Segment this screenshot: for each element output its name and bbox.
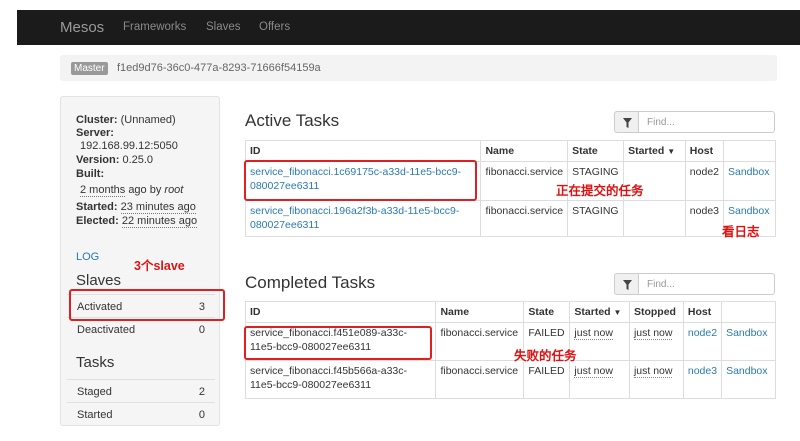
task-id-link[interactable]: service_fibonacci.196a2f3b-a33d-11e5-bcc… bbox=[244, 200, 482, 237]
table-header: ID Name State Started ▼ Host bbox=[244, 140, 776, 162]
task-state: STAGING bbox=[567, 200, 625, 237]
top-navbar: Mesos Frameworks Slaves Offers bbox=[17, 10, 800, 45]
nav-slaves[interactable]: Slaves bbox=[206, 21, 241, 33]
task-started bbox=[623, 200, 686, 237]
completed-search-input[interactable] bbox=[639, 273, 775, 295]
active-tasks-title: Active Tasks bbox=[245, 111, 340, 130]
built-ago: 2 months bbox=[80, 184, 126, 197]
nav-offers[interactable]: Offers bbox=[259, 21, 290, 33]
filter-icon bbox=[623, 118, 632, 128]
completed-tasks-title: Completed Tasks bbox=[245, 273, 376, 292]
elected-info: Elected: 22 minutes ago bbox=[76, 215, 198, 228]
annotation-failed-tasks: 失败的任务 bbox=[514, 349, 577, 363]
col-id[interactable]: ID bbox=[244, 301, 437, 323]
task-state: FAILED bbox=[523, 360, 571, 399]
built-label: Built: bbox=[76, 168, 105, 180]
sandbox-link[interactable]: Sandbox bbox=[721, 322, 776, 361]
built-value: 2 months ago by root bbox=[80, 184, 184, 197]
task-name: fibonacci.service bbox=[480, 161, 569, 201]
col-name[interactable]: Name bbox=[435, 301, 525, 323]
sort-desc-icon: ▼ bbox=[613, 308, 622, 317]
task-host: node3 bbox=[684, 200, 725, 237]
completed-filter-button[interactable] bbox=[614, 273, 639, 295]
master-id: f1ed9d76-36c0-477a-8293-71666f54159a bbox=[117, 62, 321, 74]
server-label: Server: bbox=[76, 127, 114, 139]
elected-value: 22 minutes ago bbox=[121, 215, 198, 228]
task-name: fibonacci.service bbox=[435, 322, 525, 361]
cluster-label: Cluster: bbox=[76, 114, 118, 126]
table-header: ID Name State Started ▼ Stopped Host bbox=[244, 301, 776, 323]
tasks-started-row[interactable]: Started 0 bbox=[67, 402, 215, 425]
filter-icon bbox=[623, 280, 632, 290]
server-value: 192.168.99.12:5050 bbox=[80, 140, 178, 152]
col-host[interactable]: Host bbox=[682, 301, 723, 323]
version-value: 0.25.0 bbox=[122, 154, 154, 166]
log-link[interactable]: LOG bbox=[76, 251, 99, 263]
col-name[interactable]: Name bbox=[480, 140, 569, 162]
brand-logo[interactable]: Mesos bbox=[60, 19, 104, 36]
col-started[interactable]: Started ▼ bbox=[623, 140, 686, 162]
sort-desc-icon: ▼ bbox=[667, 147, 676, 156]
task-started: just now bbox=[569, 322, 630, 361]
col-id[interactable]: ID bbox=[244, 140, 482, 162]
col-sandbox bbox=[721, 301, 776, 323]
cluster-value: (Unnamed) bbox=[120, 114, 176, 126]
tasks-heading: Tasks bbox=[76, 354, 115, 371]
master-label: Master bbox=[71, 62, 108, 75]
highlight-activated-slaves bbox=[69, 289, 225, 321]
highlight-staging-task bbox=[244, 160, 477, 201]
annotation-slaves-count: 3个slave bbox=[134, 259, 185, 273]
tasks-staged-row[interactable]: Staged 2 bbox=[67, 379, 215, 402]
col-state[interactable]: State bbox=[567, 140, 625, 162]
started-info: Started: 23 minutes ago bbox=[76, 201, 196, 214]
task-id: service_fibonacci.f45b566a-a33c- 11e5-bcc… bbox=[244, 360, 437, 399]
table-row: service_fibonacci.196a2f3b-a33d-11e5-bcc… bbox=[244, 200, 776, 237]
slaves-heading: Slaves bbox=[76, 272, 122, 289]
task-host: node2 bbox=[684, 161, 725, 201]
task-host-link[interactable]: node3 bbox=[682, 360, 723, 399]
highlight-failed-task bbox=[244, 326, 432, 360]
col-state[interactable]: State bbox=[523, 301, 571, 323]
col-sandbox bbox=[723, 140, 776, 162]
col-started[interactable]: Started ▼ bbox=[569, 301, 630, 323]
col-host[interactable]: Host bbox=[684, 140, 725, 162]
sandbox-link[interactable]: Sandbox bbox=[723, 161, 776, 201]
cluster-info: Cluster: (Unnamed) bbox=[76, 114, 176, 127]
nav-frameworks[interactable]: Frameworks bbox=[123, 21, 186, 33]
task-name: fibonacci.service bbox=[435, 360, 525, 399]
annotation-view-logs: 看日志 bbox=[722, 225, 760, 239]
active-search-input[interactable] bbox=[639, 111, 775, 133]
annotation-submitting-tasks: 正在提交的任务 bbox=[556, 184, 644, 198]
sandbox-link[interactable]: Sandbox bbox=[721, 360, 776, 399]
task-name: fibonacci.service bbox=[480, 200, 569, 237]
table-row: service_fibonacci.f45b566a-a33c- 11e5-bcc… bbox=[244, 360, 776, 399]
col-stopped[interactable]: Stopped bbox=[628, 301, 684, 323]
built-by: root bbox=[164, 184, 184, 196]
task-host-link[interactable]: node2 bbox=[682, 322, 723, 361]
task-stopped: just now bbox=[628, 360, 684, 399]
task-started: just now bbox=[569, 360, 630, 399]
started-value: 23 minutes ago bbox=[120, 201, 196, 214]
task-stopped: just now bbox=[628, 322, 684, 361]
active-filter-button[interactable] bbox=[614, 111, 639, 133]
version-info: Version: 0.25.0 bbox=[76, 154, 154, 166]
breadcrumb: Master f1ed9d76-36c0-477a-8293-71666f541… bbox=[60, 55, 777, 81]
